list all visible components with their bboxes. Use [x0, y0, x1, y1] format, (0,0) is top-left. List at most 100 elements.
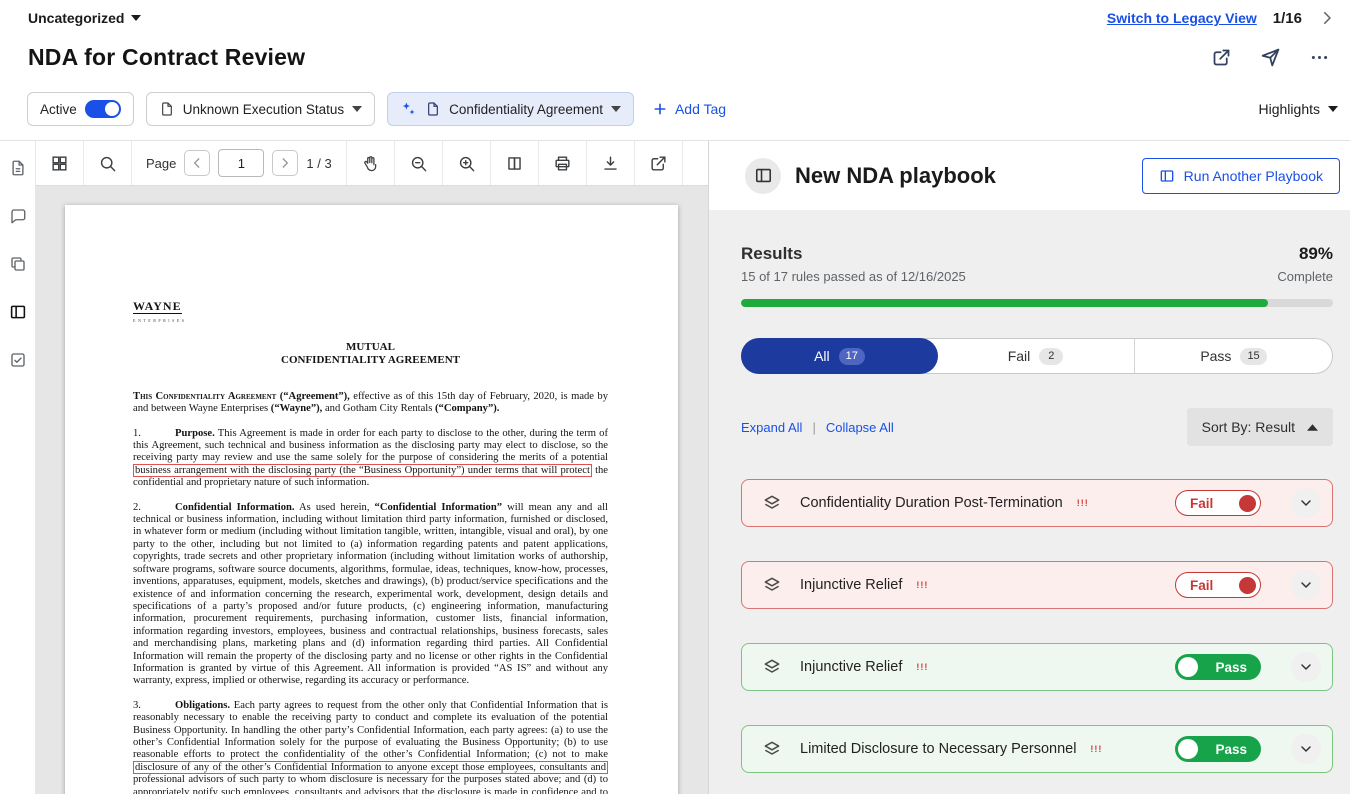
rail-document-tab[interactable] [9, 159, 27, 177]
ellipsis-icon [1309, 47, 1330, 68]
expand-rule-button[interactable] [1291, 652, 1321, 682]
rule-card[interactable]: Injunctive Relief !!! Pass [741, 643, 1333, 691]
switch-legacy-view-link[interactable]: Switch to Legacy View [1107, 10, 1257, 26]
playbook-panel-icon [754, 166, 773, 185]
zoom-in-button[interactable] [443, 141, 491, 185]
download-icon [601, 154, 620, 173]
printer-icon [553, 154, 572, 173]
chevron-down-icon [1298, 741, 1314, 757]
expand-all-link[interactable]: Expand All [741, 420, 802, 435]
document-icon [425, 101, 441, 117]
page-title: NDA for Contract Review [28, 44, 305, 71]
next-record-button[interactable] [1318, 9, 1336, 27]
chevron-down-icon [1298, 577, 1314, 593]
document-section-3: 3.Obligations. Each party agrees to requ… [133, 700, 608, 794]
top-header: Uncategorized Switch to Legacy View 1/16… [0, 0, 1350, 141]
category-dropdown[interactable]: Uncategorized [28, 10, 141, 26]
download-button[interactable] [587, 141, 635, 185]
expand-rule-button[interactable] [1291, 570, 1321, 600]
rule-name: Injunctive Relief [800, 577, 902, 593]
rule-card[interactable]: Confidentiality Duration Post-Terminatio… [741, 479, 1333, 527]
expand-rule-button[interactable] [1291, 488, 1321, 518]
toggle-switch[interactable] [85, 100, 121, 118]
checklist-icon [9, 351, 27, 369]
rule-status-toggle[interactable]: Pass [1175, 654, 1261, 680]
layers-icon [762, 493, 782, 513]
zoom-out-button[interactable] [395, 141, 443, 185]
severity-marker: !!! [916, 662, 928, 672]
active-status-toggle[interactable]: Active [27, 92, 134, 126]
search-document-button[interactable] [84, 141, 132, 185]
severity-marker: !!! [1077, 498, 1089, 508]
open-in-new-button[interactable] [635, 141, 683, 185]
rule-status-toggle[interactable]: Fail [1175, 572, 1261, 598]
annotation-highlight[interactable]: business arrangement with the disclosing… [133, 464, 592, 477]
plus-icon [652, 101, 668, 117]
results-percent: 89% [1299, 244, 1333, 264]
rule-status-toggle[interactable]: Pass [1175, 736, 1261, 762]
rule-name: Limited Disclosure to Necessary Personne… [800, 741, 1076, 757]
page-controls: Page 1 / 3 [132, 141, 347, 185]
tab-fail[interactable]: Fail 2 [937, 339, 1135, 373]
tab-pass-count: 15 [1240, 348, 1266, 365]
tab-all-count: 17 [839, 348, 865, 365]
highlights-dropdown[interactable]: Highlights [1259, 101, 1338, 117]
rail-versions-tab[interactable] [9, 255, 27, 273]
prev-page-button[interactable] [184, 150, 210, 176]
layers-icon [762, 739, 782, 759]
tab-all[interactable]: All 17 [741, 338, 938, 374]
execution-status-label: Unknown Execution Status [183, 102, 344, 117]
tab-pass[interactable]: Pass 15 [1135, 339, 1332, 373]
rail-comments-tab[interactable] [9, 207, 27, 225]
chevron-down-icon [1298, 659, 1314, 675]
execution-status-dropdown[interactable]: Unknown Execution Status [146, 92, 375, 126]
doc-type-tag-dropdown[interactable]: Confidentiality Agreement [387, 92, 634, 126]
rule-name: Injunctive Relief [800, 659, 902, 675]
more-options-button[interactable] [1309, 47, 1330, 68]
layers-icon [762, 575, 782, 595]
results-summary: 15 of 17 rules passed as of 12/16/2025 [741, 269, 966, 284]
progress-fill [741, 299, 1268, 307]
annotation-highlight[interactable]: disclosure of any of the other’s Confide… [133, 761, 608, 774]
add-tag-button[interactable]: Add Tag [646, 101, 732, 117]
left-rail [0, 141, 36, 794]
zoom-out-icon [409, 154, 428, 173]
toggle-knob [105, 102, 119, 116]
severity-marker: !!! [916, 580, 928, 590]
category-label: Uncategorized [28, 10, 124, 26]
pdf-viewport[interactable]: WAYNE ENTERPRISES MUTUAL CONFIDENTIALITY… [36, 186, 708, 794]
open-external-button[interactable] [1211, 47, 1232, 68]
rule-card[interactable]: Limited Disclosure to Necessary Personne… [741, 725, 1333, 773]
toggle-knob [1237, 493, 1258, 514]
next-page-button[interactable] [272, 150, 298, 176]
run-another-playbook-button[interactable]: Run Another Playbook [1142, 158, 1340, 194]
results-progress-bar [741, 299, 1333, 307]
expand-rule-button[interactable] [1291, 734, 1321, 764]
layers-icon [762, 657, 782, 677]
page-number-input[interactable] [218, 149, 264, 177]
sort-by-dropdown[interactable]: Sort By: Result [1187, 408, 1333, 446]
rule-status-toggle[interactable]: Fail [1175, 490, 1261, 516]
rule-results-list: Confidentiality Duration Post-Terminatio… [741, 479, 1333, 773]
tab-fail-count: 2 [1039, 348, 1063, 365]
pan-tool-button[interactable] [347, 141, 395, 185]
results-complete-label: Complete [1277, 269, 1333, 284]
two-page-view-button[interactable] [491, 141, 539, 185]
thumbnails-button[interactable] [36, 141, 84, 185]
chat-icon [9, 207, 27, 225]
active-label: Active [40, 102, 77, 117]
company-logo: WAYNE ENTERPRISES [133, 300, 608, 328]
rule-card[interactable]: Injunctive Relief !!! Fail [741, 561, 1333, 609]
copy-icon [9, 255, 27, 273]
chevron-right-icon [278, 156, 292, 170]
playbook-panel-icon [1159, 168, 1175, 184]
print-button[interactable] [539, 141, 587, 185]
hand-icon [361, 154, 380, 173]
send-button[interactable] [1260, 47, 1281, 68]
caret-up-icon [1307, 424, 1318, 431]
rail-playbook-tab[interactable] [9, 303, 27, 321]
toggle-knob [1178, 739, 1198, 759]
collapse-all-link[interactable]: Collapse All [826, 420, 894, 435]
rail-tasks-tab[interactable] [9, 351, 27, 369]
pdf-viewer: Page 1 / 3 [36, 141, 709, 794]
